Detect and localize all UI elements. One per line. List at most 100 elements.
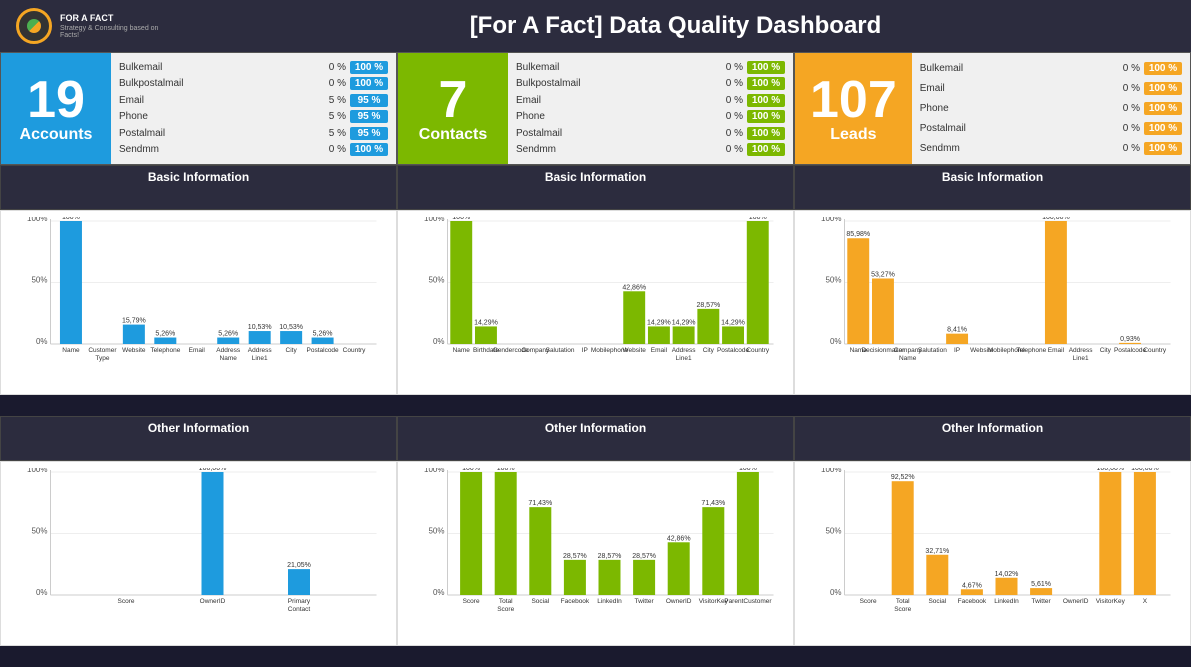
svg-text:Social: Social — [928, 598, 946, 605]
field-row: Bulkemail 0 % 100 % — [920, 62, 1182, 75]
field-name: Sendmm — [920, 143, 1112, 154]
svg-text:Telephone: Telephone — [150, 347, 180, 354]
field-row: Phone 0 % 100 % — [516, 110, 785, 123]
svg-text:Score: Score — [497, 606, 514, 613]
field-badge: 100 % — [747, 143, 785, 156]
svg-text:Address: Address — [672, 347, 697, 354]
svg-text:100%: 100% — [452, 217, 470, 221]
field-row: Sendmm 0 % 100 % — [119, 143, 388, 156]
svg-text:92,52%: 92,52% — [891, 474, 915, 481]
field-row: Email 0 % 100 % — [516, 94, 785, 107]
field-name: Email — [119, 95, 318, 106]
svg-text:5,26%: 5,26% — [218, 331, 238, 338]
svg-text:28,57%: 28,57% — [598, 553, 622, 560]
svg-text:City: City — [703, 347, 715, 354]
field-pct: 0 % — [715, 95, 743, 106]
svg-text:Email: Email — [1048, 347, 1065, 354]
field-name: Bulkemail — [516, 62, 715, 73]
field-badge: 100 % — [1144, 102, 1182, 115]
field-pct: 5 % — [318, 111, 346, 122]
svg-text:100%: 100% — [497, 468, 515, 472]
svg-text:Primary: Primary — [288, 598, 311, 605]
field-pct: 0 % — [1112, 143, 1140, 154]
svg-text:LinkedIn: LinkedIn — [597, 598, 622, 605]
svg-text:X: X — [1143, 598, 1148, 605]
field-name: Bulkemail — [119, 62, 318, 73]
svg-text:Contact: Contact — [288, 606, 311, 613]
svg-text:City: City — [286, 347, 298, 354]
svg-text:IP: IP — [954, 347, 960, 354]
svg-text:OwnerID: OwnerID — [1063, 598, 1089, 605]
svg-text:32,71%: 32,71% — [925, 548, 949, 555]
field-badge: 100 % — [1144, 142, 1182, 155]
svg-text:0%: 0% — [36, 337, 48, 346]
svg-text:100%: 100% — [462, 468, 480, 472]
field-name: Bulkpostalmail — [516, 78, 715, 89]
section-header: Basic Information — [794, 165, 1191, 210]
svg-text:Website: Website — [623, 347, 647, 354]
field-row: Sendmm 0 % 100 % — [920, 142, 1182, 155]
svg-text:71,43%: 71,43% — [528, 500, 552, 507]
svg-text:100%: 100% — [821, 217, 841, 223]
field-badge: 100 % — [1144, 82, 1182, 95]
svg-text:100%: 100% — [749, 217, 767, 221]
field-name: Phone — [920, 103, 1112, 114]
svg-text:100,00%: 100,00% — [1042, 217, 1070, 221]
field-row: Bulkemail 0 % 100 % — [119, 61, 388, 74]
field-row: Email 0 % 100 % — [920, 82, 1182, 95]
svg-text:Salutation: Salutation — [546, 347, 575, 354]
stat-label-contacts: Contacts — [419, 126, 487, 144]
field-pct: 0 % — [318, 78, 346, 89]
stat-label-accounts: Accounts — [20, 126, 93, 144]
svg-text:Name: Name — [453, 347, 471, 354]
field-pct: 0 % — [715, 78, 743, 89]
field-name: Sendmm — [119, 144, 318, 155]
section-header: Basic Information — [397, 165, 794, 210]
svg-text:100%: 100% — [424, 468, 444, 474]
svg-text:Score: Score — [118, 598, 135, 605]
svg-text:Country: Country — [1143, 347, 1167, 354]
svg-text:53,27%: 53,27% — [871, 271, 895, 278]
svg-text:Facebook: Facebook — [561, 598, 590, 605]
svg-text:Customer: Customer — [88, 347, 117, 354]
logo-icon — [16, 8, 52, 44]
svg-text:4,67%: 4,67% — [962, 582, 982, 589]
stat-number-contacts: 7 — [439, 74, 468, 126]
svg-text:Total: Total — [896, 598, 910, 605]
svg-text:0%: 0% — [433, 588, 445, 597]
svg-text:28,57%: 28,57% — [696, 302, 720, 309]
svg-text:Line1: Line1 — [676, 355, 692, 362]
svg-text:28,57%: 28,57% — [563, 553, 587, 560]
svg-text:71,43%: 71,43% — [701, 500, 725, 507]
svg-text:Score: Score — [860, 598, 877, 605]
svg-text:Facebook: Facebook — [958, 598, 987, 605]
svg-text:Name: Name — [62, 347, 80, 354]
svg-text:Name: Name — [220, 355, 238, 362]
section-header: Other Information — [0, 416, 397, 461]
page-title: [For A Fact] Data Quality Dashboard — [176, 12, 1175, 40]
svg-text:14,29%: 14,29% — [474, 319, 498, 326]
field-badge: 100 % — [747, 77, 785, 90]
field-row: Bulkpostalmail 0 % 100 % — [516, 77, 785, 90]
field-name: Postalmail — [119, 128, 318, 139]
field-name: Phone — [516, 111, 715, 122]
svg-text:100,00%: 100,00% — [1096, 468, 1124, 472]
svg-text:5,61%: 5,61% — [1031, 581, 1051, 588]
field-row: Email 5 % 95 % — [119, 94, 388, 107]
field-pct: 0 % — [1112, 63, 1140, 74]
logo-name: FOR A FACT — [60, 13, 176, 25]
field-pct: 0 % — [1112, 103, 1140, 114]
field-row: Sendmm 0 % 100 % — [516, 143, 785, 156]
svg-text:85,98%: 85,98% — [846, 231, 870, 238]
svg-text:15,79%: 15,79% — [122, 318, 146, 325]
svg-text:Postalcode: Postalcode — [307, 347, 340, 354]
section-header: Other Information — [794, 416, 1191, 461]
svg-text:8,41%: 8,41% — [947, 327, 967, 334]
svg-text:50%: 50% — [31, 527, 47, 536]
svg-text:Address: Address — [248, 347, 273, 354]
svg-text:Postalcode: Postalcode — [1114, 347, 1147, 354]
field-pct: 0 % — [715, 111, 743, 122]
field-name: Postalmail — [920, 123, 1112, 134]
section-header: Other Information — [397, 416, 794, 461]
svg-text:ParentCustomer: ParentCustomer — [724, 598, 772, 605]
